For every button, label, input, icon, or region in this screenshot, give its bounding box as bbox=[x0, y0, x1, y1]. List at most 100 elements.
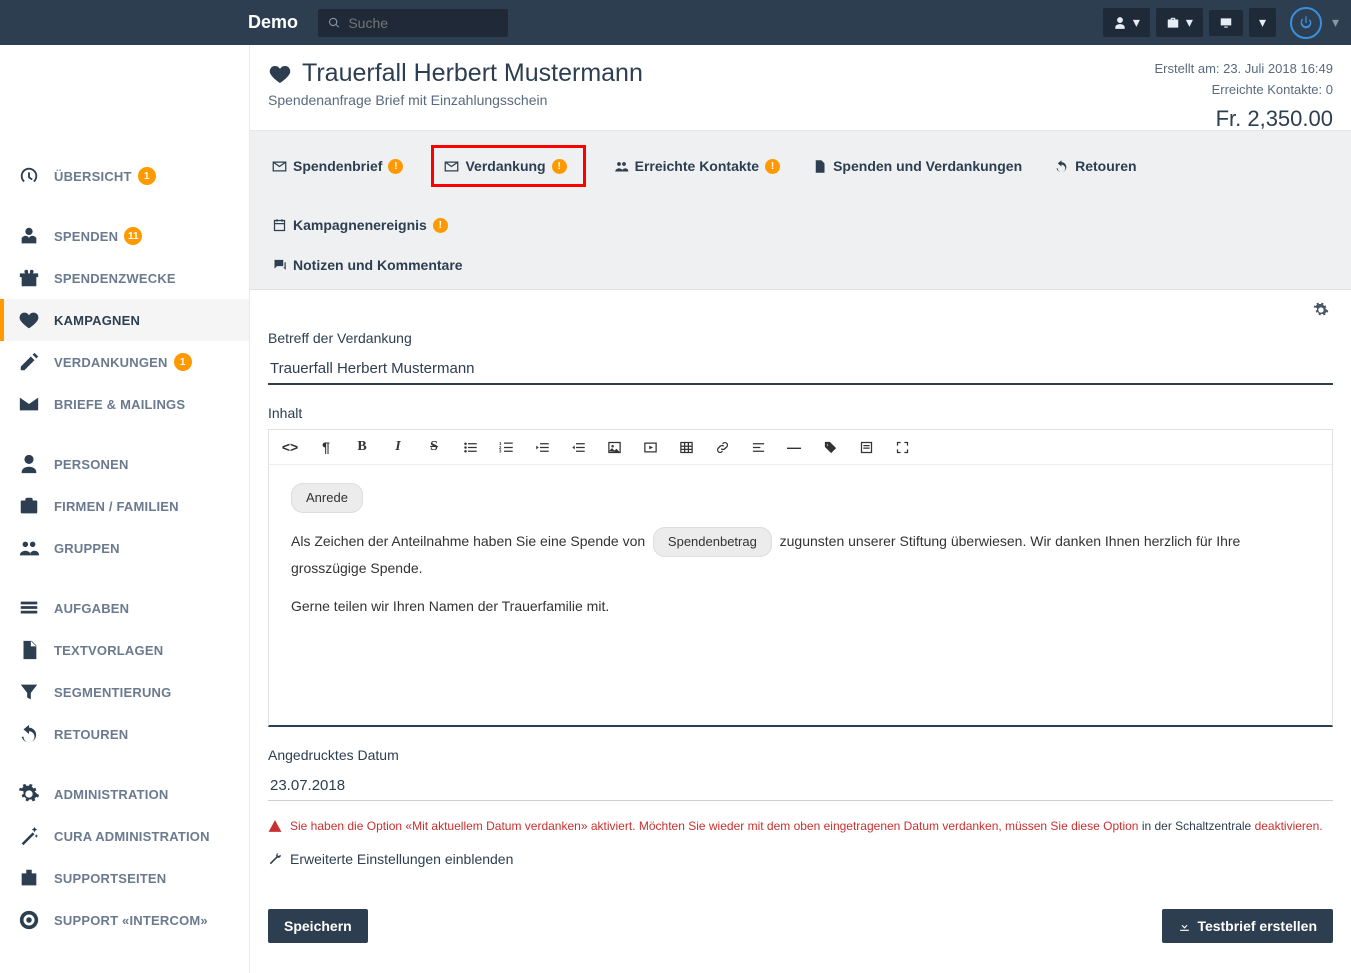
sidebar-item-firmen[interactable]: FIRMEN / FAMILIEN bbox=[0, 485, 249, 527]
tab-spendenbrief[interactable]: Spendenbrief bbox=[268, 152, 407, 180]
medkit-icon bbox=[18, 867, 40, 889]
hr-button[interactable]: — bbox=[785, 438, 803, 456]
advanced-settings-toggle[interactable]: Erweiterte Einstellungen einblenden bbox=[268, 851, 1333, 867]
briefcase-dropdown[interactable]: ▾ bbox=[1156, 8, 1203, 37]
tab-retouren[interactable]: Retouren bbox=[1050, 152, 1140, 180]
tab-kampagnenereignis[interactable]: Kampagnenereignis bbox=[268, 211, 452, 239]
outdent-button[interactable] bbox=[533, 438, 551, 456]
sidebar-item-label: GRUPPEN bbox=[54, 541, 120, 556]
editor-toolbar: <> ¶ B I S 123 — bbox=[269, 430, 1332, 465]
unordered-list-button[interactable] bbox=[461, 438, 479, 456]
page-header: Trauerfall Herbert Mustermann Spendenanf… bbox=[250, 45, 1351, 131]
more-dropdown[interactable]: ▾ bbox=[1249, 8, 1276, 37]
advanced-label: Erweiterte Einstellungen einblenden bbox=[290, 851, 513, 867]
date-input[interactable] bbox=[268, 771, 1333, 801]
video-button[interactable] bbox=[641, 438, 659, 456]
envelope-icon bbox=[18, 393, 40, 415]
undo-icon bbox=[18, 723, 40, 745]
block-button[interactable] bbox=[857, 438, 875, 456]
sidebar: ÜBERSICHT 1 SPENDEN 11 SPENDENZWECKE KAM… bbox=[0, 45, 250, 973]
sidebar-item-label: ADMINISTRATION bbox=[54, 787, 169, 802]
sidebar-item-cura-admin[interactable]: CURA ADMINISTRATION bbox=[0, 815, 249, 857]
sidebar-item-uebersicht[interactable]: ÜBERSICHT 1 bbox=[0, 155, 249, 197]
warning-message: Sie haben die Option «Mit aktuellem Datu… bbox=[268, 819, 1333, 833]
tab-verdankung[interactable]: Verdankung bbox=[431, 145, 585, 187]
sidebar-item-aufgaben[interactable]: AUFGABEN bbox=[0, 587, 249, 629]
warning-icon bbox=[268, 819, 282, 833]
tab-label: Erreichte Kontakte bbox=[635, 158, 759, 174]
content-label: Inhalt bbox=[268, 405, 1333, 421]
editor-text: Als Zeichen der Anteilnahme haben Sie ei… bbox=[291, 533, 645, 549]
sidebar-item-verdankungen[interactable]: VERDANKUNGEN 1 bbox=[0, 341, 249, 383]
sidebar-item-briefe[interactable]: BRIEFE & MAILINGS bbox=[0, 383, 249, 425]
italic-button[interactable]: I bbox=[389, 438, 407, 456]
link-button[interactable] bbox=[713, 438, 731, 456]
dashboard-icon bbox=[18, 165, 40, 187]
calendar-icon bbox=[272, 218, 287, 233]
comments-icon bbox=[272, 258, 287, 273]
undo-icon bbox=[1054, 159, 1069, 174]
token-salutation[interactable]: Anrede bbox=[291, 483, 363, 513]
topbar: Demo ▾ ▾ ▾ ▾ bbox=[0, 0, 1351, 45]
list-icon bbox=[18, 597, 40, 619]
sidebar-item-label: BRIEFE & MAILINGS bbox=[54, 397, 185, 412]
briefcase-icon bbox=[1166, 16, 1180, 30]
user-dropdown[interactable]: ▾ bbox=[1103, 8, 1150, 37]
align-button[interactable] bbox=[749, 438, 767, 456]
ordered-list-button[interactable]: 123 bbox=[497, 438, 515, 456]
wrench-icon bbox=[268, 852, 282, 866]
power-button[interactable] bbox=[1290, 7, 1322, 39]
paragraph-button[interactable]: ¶ bbox=[317, 438, 335, 456]
sidebar-item-textvorlagen[interactable]: TEXTVORLAGEN bbox=[0, 629, 249, 671]
caret-down-icon: ▾ bbox=[1259, 14, 1266, 31]
warning-text-dark: in der Schaltzentrale bbox=[1142, 819, 1251, 833]
sidebar-item-label: AUFGABEN bbox=[54, 601, 129, 616]
warning-text: Sie haben die Option «Mit aktuellem Datu… bbox=[290, 819, 1138, 833]
sidebar-item-segmentierung[interactable]: SEGMENTIERUNG bbox=[0, 671, 249, 713]
date-label: Angedrucktes Datum bbox=[268, 747, 1333, 763]
sidebar-item-administration[interactable]: ADMINISTRATION bbox=[0, 773, 249, 815]
envelope-icon bbox=[272, 159, 287, 174]
save-button[interactable]: Speichern bbox=[268, 909, 368, 943]
subject-input[interactable] bbox=[268, 354, 1333, 385]
sidebar-item-spenden[interactable]: SPENDEN 11 bbox=[0, 215, 249, 257]
table-button[interactable] bbox=[677, 438, 695, 456]
sidebar-item-label: CURA ADMINISTRATION bbox=[54, 829, 210, 844]
sidebar-item-kampagnen[interactable]: KAMPAGNEN bbox=[0, 299, 249, 341]
sidebar-item-retouren[interactable]: RETOUREN bbox=[0, 713, 249, 755]
gear-icon bbox=[1313, 302, 1329, 318]
group-icon bbox=[614, 159, 629, 174]
token-amount[interactable]: Spendenbetrag bbox=[653, 527, 772, 557]
cogs-icon bbox=[18, 783, 40, 805]
warning-link[interactable]: deaktivieren. bbox=[1255, 819, 1323, 833]
tab-spenden-verdankungen[interactable]: Spenden und Verdankungen bbox=[808, 152, 1026, 180]
tab-kontakte[interactable]: Erreichte Kontakte bbox=[610, 152, 784, 180]
screen-button[interactable] bbox=[1209, 10, 1243, 36]
test-letter-button[interactable]: Testbrief erstellen bbox=[1162, 909, 1333, 943]
sidebar-item-personen[interactable]: PERSONEN bbox=[0, 443, 249, 485]
strikethrough-button[interactable]: S bbox=[425, 438, 443, 456]
editor-body[interactable]: Anrede Als Zeichen der Anteilnahme haben… bbox=[269, 465, 1332, 725]
settings-gear-button[interactable] bbox=[1313, 302, 1329, 321]
image-button[interactable] bbox=[605, 438, 623, 456]
warning-badge-icon bbox=[433, 218, 448, 233]
sidebar-item-intercom[interactable]: SUPPORT «INTERCOM» bbox=[0, 899, 249, 941]
tag-button[interactable] bbox=[821, 438, 839, 456]
caret-down-icon[interactable]: ▾ bbox=[1332, 14, 1339, 31]
bold-button[interactable]: B bbox=[353, 438, 371, 456]
hamburger-icon[interactable] bbox=[12, 11, 28, 34]
indent-button[interactable] bbox=[569, 438, 587, 456]
fullscreen-button[interactable] bbox=[893, 438, 911, 456]
tab-notizen[interactable]: Notizen und Kommentare bbox=[268, 251, 467, 279]
lifering-icon bbox=[18, 909, 40, 931]
sidebar-item-supportseiten[interactable]: SUPPORTSEITEN bbox=[0, 857, 249, 899]
file-icon bbox=[18, 639, 40, 661]
sidebar-item-spendenzwecke[interactable]: SPENDENZWECKE bbox=[0, 257, 249, 299]
search-icon bbox=[328, 16, 340, 30]
search-input[interactable] bbox=[348, 15, 498, 31]
sidebar-item-gruppen[interactable]: GRUPPEN bbox=[0, 527, 249, 569]
tab-label: Spenden und Verdankungen bbox=[833, 158, 1022, 174]
search-box[interactable] bbox=[318, 9, 508, 37]
tab-label: Verdankung bbox=[465, 158, 545, 174]
code-view-button[interactable]: <> bbox=[281, 438, 299, 456]
